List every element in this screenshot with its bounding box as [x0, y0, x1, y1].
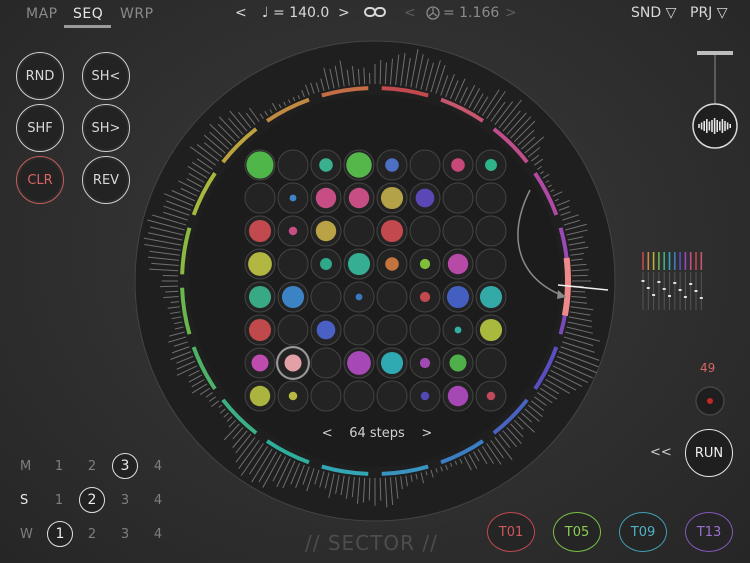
- grid-cell[interactable]: [244, 182, 276, 214]
- step-note: [385, 257, 399, 271]
- mixer-handle[interactable]: [662, 288, 666, 290]
- step-note: [347, 252, 371, 276]
- step-note: [446, 285, 470, 309]
- waveform-bar: [379, 477, 382, 501]
- sector-dial: [134, 40, 616, 522]
- step-note: [380, 351, 404, 375]
- dial-inner-disc: [189, 95, 561, 467]
- step-note: [248, 219, 272, 243]
- grid-cell[interactable]: [442, 182, 474, 214]
- step-note: [447, 253, 469, 275]
- grid-cell[interactable]: [376, 314, 408, 346]
- waveform-bar: [379, 60, 382, 85]
- grid-cell[interactable]: [475, 182, 507, 214]
- grid-cell[interactable]: [475, 215, 507, 247]
- step-note: [380, 186, 404, 210]
- step-counter: 49: [700, 361, 716, 375]
- step-note: [485, 159, 497, 171]
- step-note: [246, 151, 274, 179]
- mixer-handle[interactable]: [641, 280, 645, 282]
- step-note: [449, 354, 467, 372]
- step-note: [315, 220, 337, 242]
- waveform-bar: [165, 290, 179, 293]
- grid-cell[interactable]: [343, 314, 375, 346]
- step-note: [348, 187, 370, 209]
- grid-cell[interactable]: [376, 281, 408, 313]
- grid-cell[interactable]: [475, 347, 507, 379]
- step-note: [319, 158, 333, 172]
- mixer-handle[interactable]: [699, 297, 703, 299]
- step-note: [355, 293, 363, 301]
- step-note: [288, 391, 298, 401]
- step-note: [479, 285, 503, 309]
- mixer-handle[interactable]: [678, 289, 682, 291]
- grid-cell[interactable]: [277, 314, 309, 346]
- step-note: [447, 385, 469, 407]
- grid-cell[interactable]: [277, 149, 309, 181]
- step-note: [315, 187, 337, 209]
- grid-cell[interactable]: [277, 248, 309, 280]
- grid-cell[interactable]: [343, 215, 375, 247]
- grid-cell[interactable]: [343, 380, 375, 412]
- step-note: [316, 320, 336, 340]
- step-note: [248, 252, 272, 276]
- step-note: [346, 152, 372, 178]
- step-note: [451, 158, 465, 172]
- step-note: [415, 188, 435, 208]
- run-button[interactable]: RUN: [685, 429, 733, 477]
- mixer-handle[interactable]: [668, 295, 671, 297]
- step-note: [251, 354, 269, 372]
- grid-cell[interactable]: [310, 281, 342, 313]
- mixer-handle[interactable]: [646, 287, 650, 289]
- waveform-icon[interactable]: [693, 104, 737, 148]
- mixer-handle[interactable]: [689, 283, 693, 285]
- step-note: [419, 258, 431, 270]
- step-note: [479, 318, 503, 342]
- grid-cell[interactable]: [409, 314, 441, 346]
- step-note: [288, 226, 298, 236]
- mixer-handle[interactable]: [652, 294, 656, 296]
- mixer-handle[interactable]: [694, 290, 698, 292]
- step-note: [419, 291, 431, 303]
- grid-cell[interactable]: [310, 347, 342, 379]
- steps-prev-button[interactable]: <: [322, 426, 333, 441]
- waveform-bar: [571, 290, 586, 293]
- grid-cell[interactable]: [475, 248, 507, 280]
- step-note: [419, 357, 431, 369]
- grid-cell[interactable]: [409, 149, 441, 181]
- grid-cell[interactable]: [376, 380, 408, 412]
- track-button-t01[interactable]: T01: [487, 512, 535, 552]
- mixer-handle[interactable]: [673, 282, 677, 284]
- mixer-handle[interactable]: [657, 281, 661, 283]
- step-note: [420, 391, 430, 401]
- mixer-mini[interactable]: [640, 250, 706, 312]
- grid-cell[interactable]: [442, 215, 474, 247]
- step-note: [385, 158, 399, 172]
- step-note: [281, 285, 305, 309]
- step-note: [284, 354, 302, 372]
- step-note: [248, 285, 272, 309]
- steps-next-button[interactable]: >: [421, 426, 432, 441]
- brand-title: // SECTOR //: [305, 531, 438, 555]
- step-note: [289, 194, 297, 202]
- rewind-button[interactable]: <<: [650, 445, 672, 460]
- record-knob[interactable]: [694, 385, 726, 417]
- step-length-control: < 64 steps >: [318, 426, 436, 441]
- grid-cell[interactable]: [310, 380, 342, 412]
- step-note: [248, 318, 272, 342]
- step-note: [249, 385, 271, 407]
- track-button-t09[interactable]: T09: [619, 512, 667, 552]
- track-button-t05[interactable]: T05: [553, 512, 601, 552]
- arc-current-segment: [561, 257, 571, 317]
- step-note: [454, 326, 462, 334]
- steps-label: 64 steps: [349, 426, 405, 441]
- mixer-handle[interactable]: [683, 296, 687, 298]
- step-note: [320, 258, 332, 270]
- step-note: [486, 391, 496, 401]
- waveform-bar: [368, 477, 371, 501]
- track-button-t13[interactable]: T13: [685, 512, 733, 552]
- grid-cell[interactable]: [409, 215, 441, 247]
- step-note: [347, 351, 371, 375]
- step-note: [380, 219, 404, 243]
